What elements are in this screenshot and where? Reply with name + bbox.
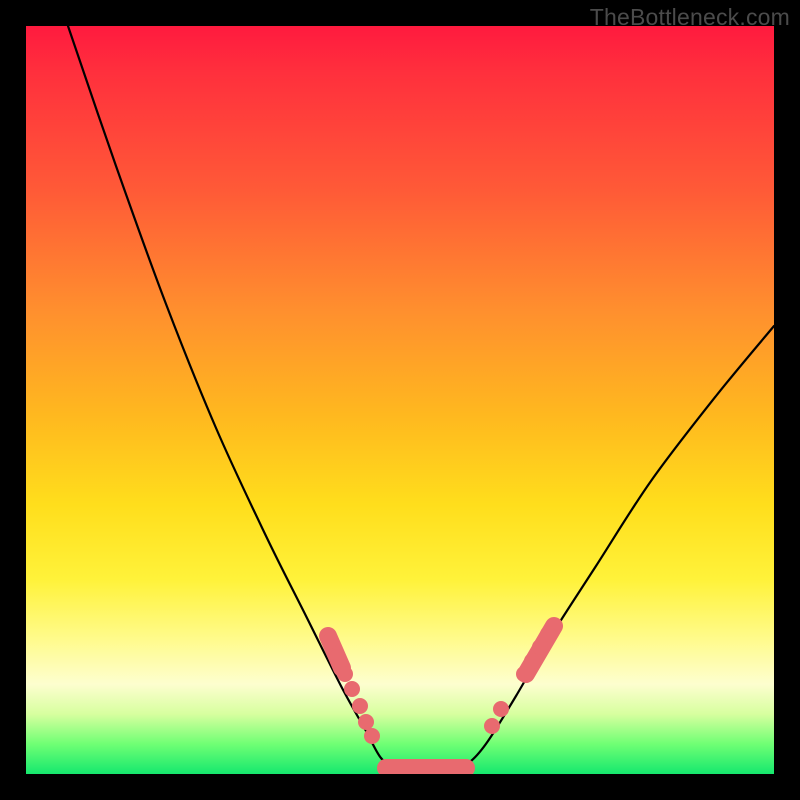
marker-pills <box>328 626 554 768</box>
marker-dot <box>329 649 345 665</box>
marker-dot <box>540 626 556 642</box>
plot-area <box>26 26 774 774</box>
bottleneck-curve <box>68 26 774 769</box>
marker-dot <box>524 653 540 669</box>
chart-frame: TheBottleneck.com <box>0 0 800 800</box>
marker-dot <box>337 666 353 682</box>
marker-dot <box>322 633 338 649</box>
marker-dot <box>344 681 360 697</box>
marker-dot <box>493 701 509 717</box>
marker-dot <box>358 714 374 730</box>
chart-svg <box>26 26 774 774</box>
marker-dot <box>484 718 500 734</box>
marker-dot <box>352 698 368 714</box>
marker-dot <box>364 728 380 744</box>
marker-dots <box>322 626 556 744</box>
watermark-text: TheBottleneck.com <box>590 4 790 31</box>
